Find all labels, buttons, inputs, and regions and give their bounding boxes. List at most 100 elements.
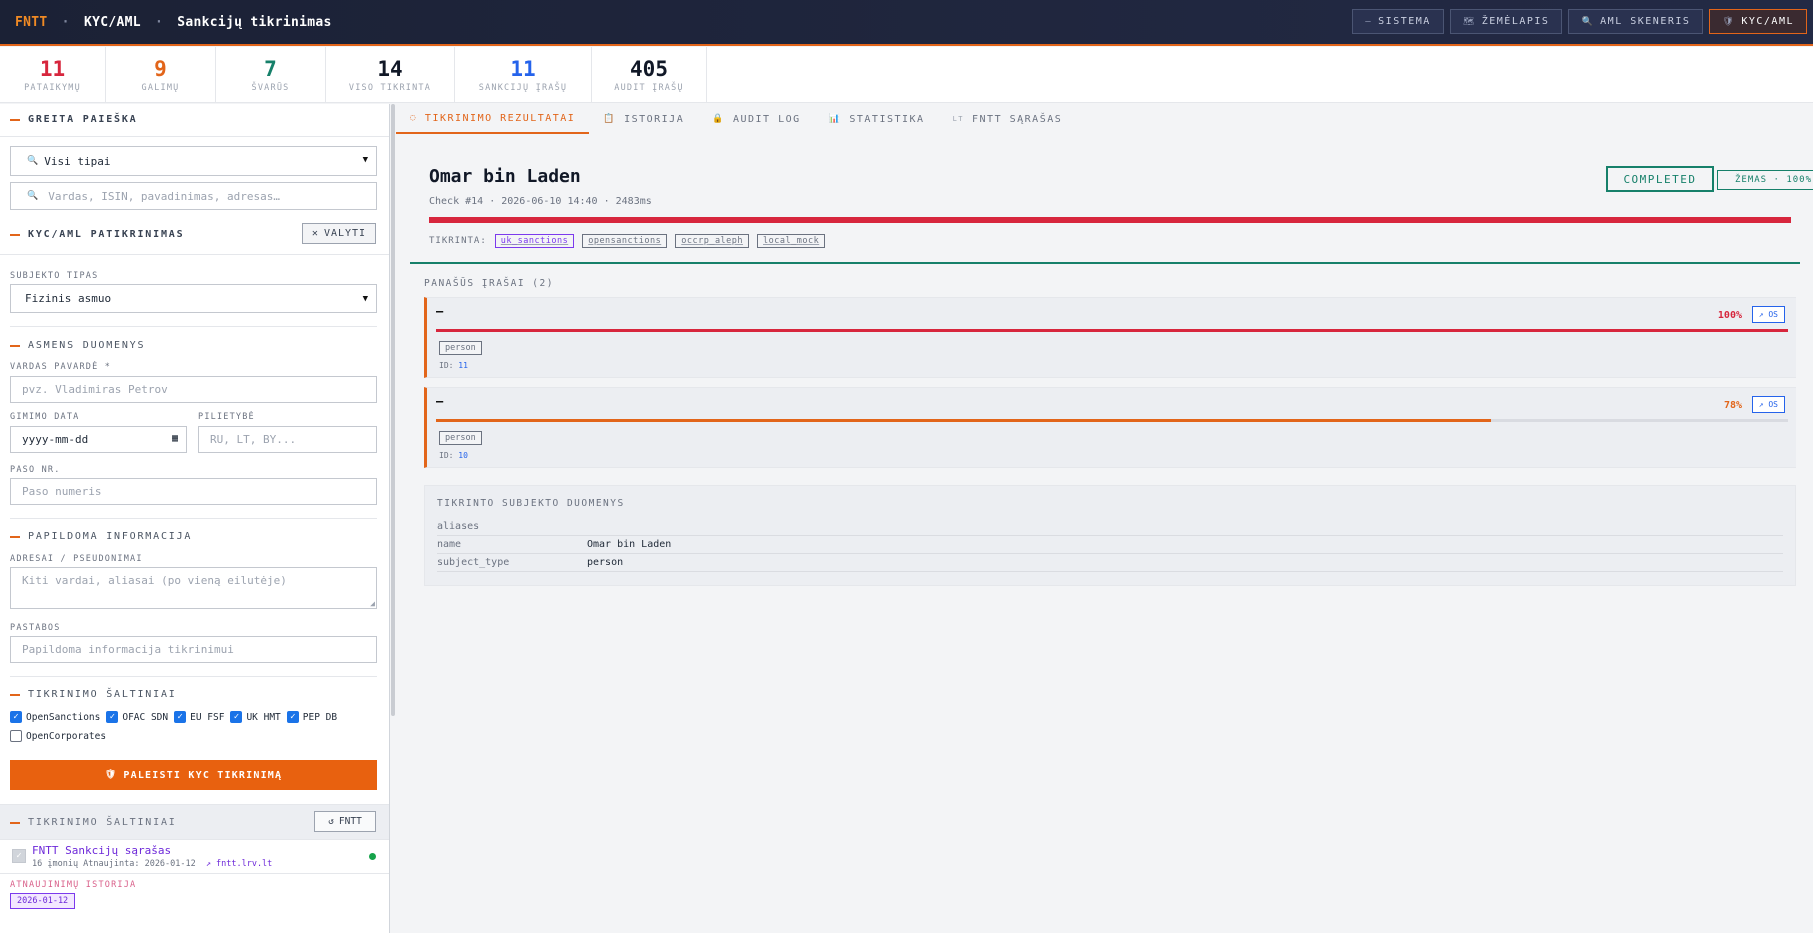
sidebar-scrollbar[interactable] xyxy=(391,104,395,716)
score-track xyxy=(436,419,1788,422)
stat-label: AUDIT ĮRAŠŲ xyxy=(614,83,684,93)
subject-row: name Omar bin Laden xyxy=(437,536,1783,554)
dob-input[interactable]: yyyy-mm-dd ▦ xyxy=(10,426,187,453)
match-name: — xyxy=(436,304,444,318)
subject-type-select[interactable]: Fizinis asmuo ▼ xyxy=(10,284,377,313)
dob-label: GIMIMO DATA xyxy=(10,412,80,422)
checked-label: TIKRINTA: xyxy=(429,236,487,246)
opensanctions-link-button[interactable]: ↗ OS xyxy=(1751,306,1785,323)
source-opencorporates-checkbox[interactable]: OpenCorporates xyxy=(10,730,106,742)
nav-sistema-button[interactable]: — SISTEMA xyxy=(1352,9,1444,34)
sidebar: GREITA PAIEŠKA 🔍 Visi tipai ▼ 🔍 Vardas, … xyxy=(0,104,390,933)
source-tag[interactable]: occrp_aleph xyxy=(675,234,750,248)
source-list-heading: TIKRINIMO ŠALTINIAI xyxy=(10,817,177,828)
source-ofac-checkbox[interactable]: ✓ OFAC SDN xyxy=(106,711,168,723)
checkbox-unchecked-icon[interactable] xyxy=(10,730,22,742)
match-id: ID: 10 xyxy=(439,451,468,460)
checkbox-checked-icon[interactable]: ✓ xyxy=(174,711,187,723)
source-item-checkbox[interactable]: ✓ xyxy=(12,849,26,863)
checkbox-checked-icon[interactable]: ✓ xyxy=(106,711,119,723)
stats-filler xyxy=(707,47,1813,103)
resize-handle-icon[interactable]: ◢ xyxy=(370,599,375,608)
score-fill xyxy=(436,329,1788,332)
source-tag[interactable]: local_mock xyxy=(757,234,826,248)
opensanctions-link-button[interactable]: ↗ OS xyxy=(1751,396,1785,413)
tab-history[interactable]: 📋 ISTORIJA xyxy=(589,104,698,134)
stat-value: 7 xyxy=(264,57,277,81)
stat-label: SANKCIJŲ ĮRAŠŲ xyxy=(478,83,568,93)
sources-section-heading: TIKRINIMO ŠALTINIAI xyxy=(10,689,177,700)
source-eu-fsf-checkbox[interactable]: ✓ EU FSF xyxy=(174,711,224,723)
source-tag[interactable]: opensanctions xyxy=(582,234,668,248)
stats-bar: 11 PATAIKYMŲ 9 GALIMŲ 7 ŠVARŪS 14 VISO TIKRI… xyxy=(0,47,707,103)
status-dot-icon xyxy=(369,853,376,860)
passport-label: PASO NR. xyxy=(10,465,61,475)
stat-label: PATAIKYMŲ xyxy=(24,83,81,93)
passport-input[interactable]: Paso numeris xyxy=(10,478,377,505)
clipboard-icon: 📋 xyxy=(603,114,617,124)
notes-input[interactable]: Papildoma informacija tikrinimui xyxy=(10,636,377,663)
nav-aml-scanner-button[interactable]: 🔍 AML SKENERIS xyxy=(1568,9,1704,34)
person-section-heading: ASMENS DUOMENYS xyxy=(10,340,145,351)
stat-value: 405 xyxy=(630,57,668,81)
checkbox-checked-icon[interactable]: ✓ xyxy=(230,711,243,723)
nav-map-button[interactable]: 🗺 ŽEMĖLAPIS xyxy=(1449,9,1563,34)
quick-search-input[interactable]: 🔍 Vardas, ISIN, pavadinimas, adresas… xyxy=(10,182,377,210)
stat-hits: 11 PATAIKYMŲ xyxy=(0,47,106,103)
name-input[interactable]: pvz. Vladimiras Petrov xyxy=(10,376,377,403)
risk-bar xyxy=(429,217,1791,223)
stat-total: 14 VISO TIKRINTA xyxy=(326,47,455,103)
result-card: Omar bin Laden Check #14 · 2026-06-10 14… xyxy=(416,152,1813,268)
main-panel: ◌ TIKRINIMO REZULTATAI 📋 ISTORIJA 🔒 AUDIT L… xyxy=(396,104,1813,933)
entity-type-tag: person xyxy=(439,431,482,445)
nationality-input[interactable]: RU, LT, BY... xyxy=(198,426,377,453)
tab-audit-log[interactable]: 🔒 AUDIT LOG xyxy=(698,104,814,134)
match-id: ID: 11 xyxy=(439,361,468,370)
score-track xyxy=(436,329,1788,332)
nav-kyc-aml-button[interactable]: 🛡 KYC/AML xyxy=(1709,9,1807,34)
match-card[interactable]: — 100% ↗ OS person ID: 11 xyxy=(424,297,1796,378)
aliases-textarea[interactable]: Kiti vardai, aliasai (po vieną eilutėje)… xyxy=(10,567,377,609)
history-label: ATNAUJINIMŲ ISTORIJA xyxy=(10,880,137,890)
stat-possible: 9 GALIMŲ xyxy=(106,47,216,103)
run-kyc-button[interactable]: 🛡 PALEISTI KYC TIKRINIMĄ xyxy=(10,760,377,790)
shield-icon: 🛡 xyxy=(104,770,118,780)
source-uk-hmt-checkbox[interactable]: ✓ UK HMT xyxy=(230,711,281,723)
checkbox-checked-icon[interactable]: ✓ xyxy=(286,711,299,723)
source-tag[interactable]: uk_sanctions xyxy=(494,234,575,248)
close-icon: ✕ xyxy=(311,228,319,239)
refresh-fntt-button[interactable]: ↺ FNTT xyxy=(314,811,376,832)
app-title: FNTT · KYC/AML · Sankcijų tikrinimas xyxy=(15,14,332,30)
source-item-name[interactable]: FNTT Sankcijų sąrašas xyxy=(32,844,171,857)
search-type-select[interactable]: 🔍 Visi tipai ▼ xyxy=(10,146,377,176)
search-icon: 🔍 xyxy=(27,191,39,201)
subject-type-label: SUBJEKTO TIPAS xyxy=(10,271,99,281)
lock-icon: 🔒 xyxy=(712,114,725,124)
tab-fntt-list[interactable]: LT FNTT SĄRAŠAS xyxy=(939,104,1077,134)
source-checkboxes: ✓ OpenSanctions ✓ OFAC SDN ✓ EU FSF ✓ UK HMT… xyxy=(10,711,385,723)
score-fill xyxy=(436,419,1491,422)
clear-button[interactable]: ✕ VALYTI xyxy=(302,223,376,244)
stat-value: 9 xyxy=(154,57,167,81)
refresh-icon: ↺ xyxy=(328,816,334,827)
source-item-link[interactable]: ↗ fntt.lrv.lt xyxy=(206,859,273,869)
minus-icon: — xyxy=(1365,16,1373,27)
subject-row: aliases xyxy=(437,518,1783,536)
section-divider xyxy=(410,262,1800,264)
source-pep-db-checkbox[interactable]: ✓ PEP DB xyxy=(286,711,337,723)
tab-results[interactable]: ◌ TIKRINIMO REZULTATAI xyxy=(396,104,590,134)
stat-value: 11 xyxy=(510,57,536,81)
extra-section-heading: PAPILDOMA INFORMACIJA xyxy=(10,531,192,542)
search-icon: 🔍 xyxy=(27,156,39,166)
checkbox-checked-icon[interactable]: ✓ xyxy=(10,711,22,723)
stat-value: 11 xyxy=(39,57,66,81)
history-date-badge[interactable]: 2026-01-12 xyxy=(10,893,76,909)
subject-data-title: TIKRINTO SUBJEKTO DUOMENYS xyxy=(437,498,625,509)
match-card[interactable]: — 78% ↗ OS person ID: 10 xyxy=(424,387,1796,468)
calendar-icon[interactable]: ▦ xyxy=(172,433,178,444)
chart-icon: 📊 xyxy=(828,114,842,124)
subject-data-panel: TIKRINTO SUBJEKTO DUOMENYS aliases name O… xyxy=(424,485,1796,586)
tab-statistics[interactable]: 📊 STATISTIKA xyxy=(815,104,939,134)
flag-icon: LT xyxy=(952,115,965,123)
source-opensanctions-checkbox[interactable]: ✓ OpenSanctions xyxy=(10,711,100,723)
